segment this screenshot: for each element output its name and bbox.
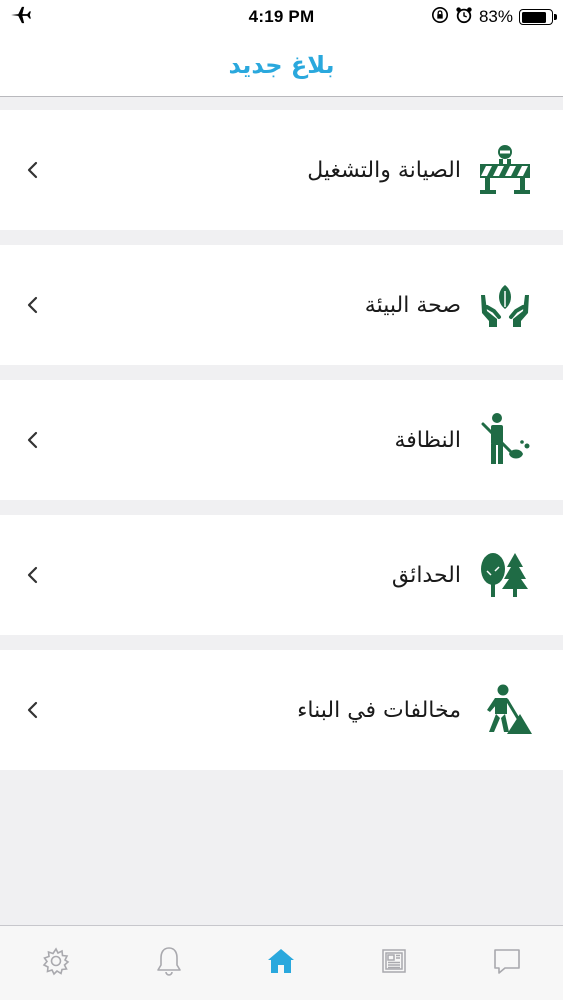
chevron-left-icon <box>26 701 44 719</box>
tab-bar <box>0 925 563 1000</box>
hands-leaf-icon <box>477 277 533 333</box>
home-icon <box>266 946 296 980</box>
status-bar: 4:19 PM 83% <box>0 0 563 34</box>
battery-fill <box>521 11 546 23</box>
road-barrier-icon <box>477 142 533 198</box>
category-label: الصيانة والتشغيل <box>307 157 461 183</box>
category-item-gardens[interactable]: الحدائق <box>0 515 563 635</box>
tab-home[interactable] <box>251 933 311 993</box>
trees-icon <box>477 547 533 603</box>
construction-worker-icon <box>477 682 533 738</box>
alarm-icon <box>455 6 473 29</box>
category-label: الحدائق <box>391 562 461 588</box>
tab-notifications[interactable] <box>139 933 199 993</box>
category-label: النظافة <box>394 427 461 453</box>
airplane-icon <box>10 6 32 29</box>
category-label: صحة البيئة <box>364 292 461 318</box>
bell-icon <box>154 945 184 981</box>
newspaper-icon <box>379 946 409 980</box>
category-label: مخالفات في البناء <box>297 697 461 723</box>
tab-settings[interactable] <box>26 933 86 993</box>
chevron-left-icon <box>26 161 44 179</box>
chevron-left-icon <box>26 431 44 449</box>
tab-messages[interactable] <box>477 933 537 993</box>
tab-news[interactable] <box>364 933 424 993</box>
street-sweeper-icon <box>477 412 533 468</box>
category-list: الصيانة والتشغيل صحة البيئة النظافة الحد… <box>0 110 563 785</box>
page-title: بلاغ جديد <box>228 51 335 79</box>
chat-icon <box>492 946 522 980</box>
nav-bar: بلاغ جديد <box>0 34 563 97</box>
orientation-lock-icon <box>431 6 449 29</box>
category-item-building-violations[interactable]: مخالفات في البناء <box>0 650 563 770</box>
battery-icon <box>519 9 557 25</box>
chevron-left-icon <box>26 566 44 584</box>
chevron-left-icon <box>26 296 44 314</box>
category-item-cleanliness[interactable]: النظافة <box>0 380 563 500</box>
battery-percent: 83% <box>478 7 513 26</box>
category-item-maintenance[interactable]: الصيانة والتشغيل <box>0 110 563 230</box>
category-item-environmental-health[interactable]: صحة البيئة <box>0 245 563 365</box>
gear-icon <box>41 946 71 980</box>
status-time: 4:19 PM <box>248 7 315 26</box>
